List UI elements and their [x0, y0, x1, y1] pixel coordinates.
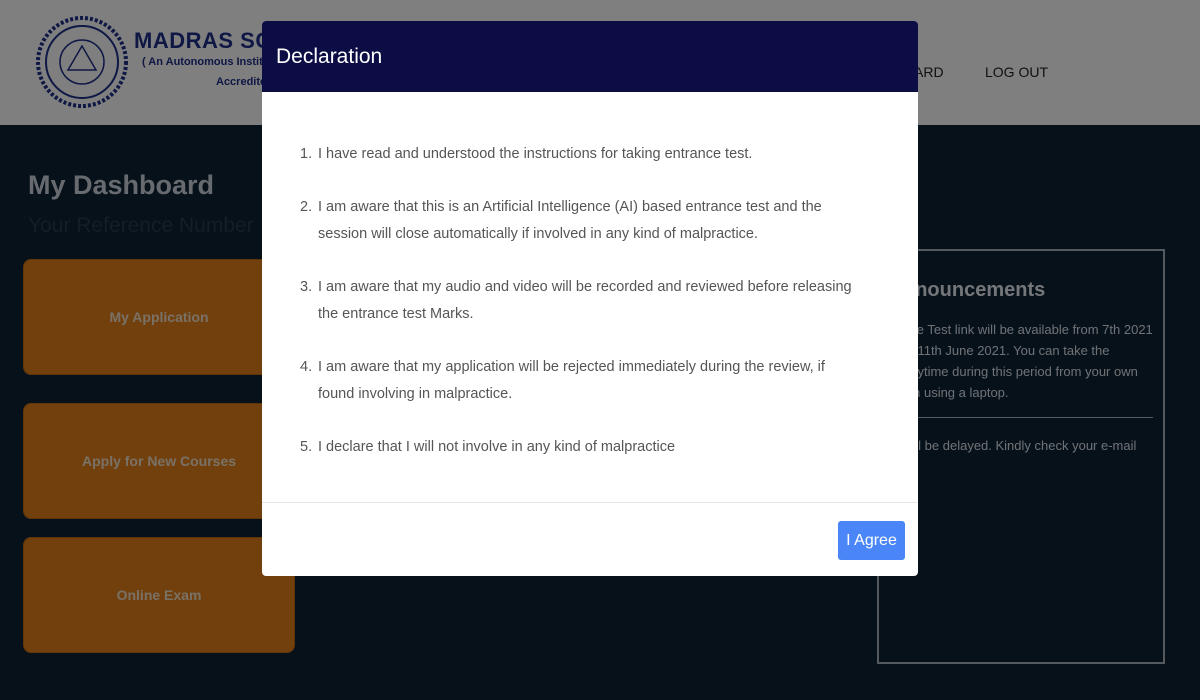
declaration-modal: Declaration 1. I have read and understoo… [262, 21, 918, 576]
item-number: 2. [300, 199, 313, 215]
agree-button[interactable]: I Agree [838, 521, 905, 560]
item-number: 5. [300, 439, 313, 455]
modal-body: 1. I have read and understood the instru… [262, 92, 918, 503]
item-text: I declare that I will not involve in any… [318, 439, 676, 455]
modal-header: Declaration [262, 21, 918, 92]
item-text: I am aware that my application will be r… [318, 359, 825, 402]
item-text: I am aware that my audio and video will … [318, 279, 852, 322]
declaration-item: 4. I am aware that my application will b… [300, 354, 860, 408]
modal-title: Declaration [276, 44, 383, 68]
item-text: I am aware that this is an Artificial In… [318, 199, 822, 242]
declaration-item: 1. I have read and understood the instru… [300, 141, 860, 168]
declaration-item: 3. I am aware that my audio and video wi… [300, 274, 860, 328]
declaration-list: 1. I have read and understood the instru… [300, 141, 860, 487]
item-number: 1. [300, 146, 313, 162]
declaration-item: 5. I declare that I will not involve in … [300, 434, 860, 461]
item-text: I have read and understood the instructi… [318, 146, 753, 162]
item-number: 4. [300, 359, 313, 375]
declaration-item: 2. I am aware that this is an Artificial… [300, 194, 860, 248]
item-number: 3. [300, 279, 313, 295]
